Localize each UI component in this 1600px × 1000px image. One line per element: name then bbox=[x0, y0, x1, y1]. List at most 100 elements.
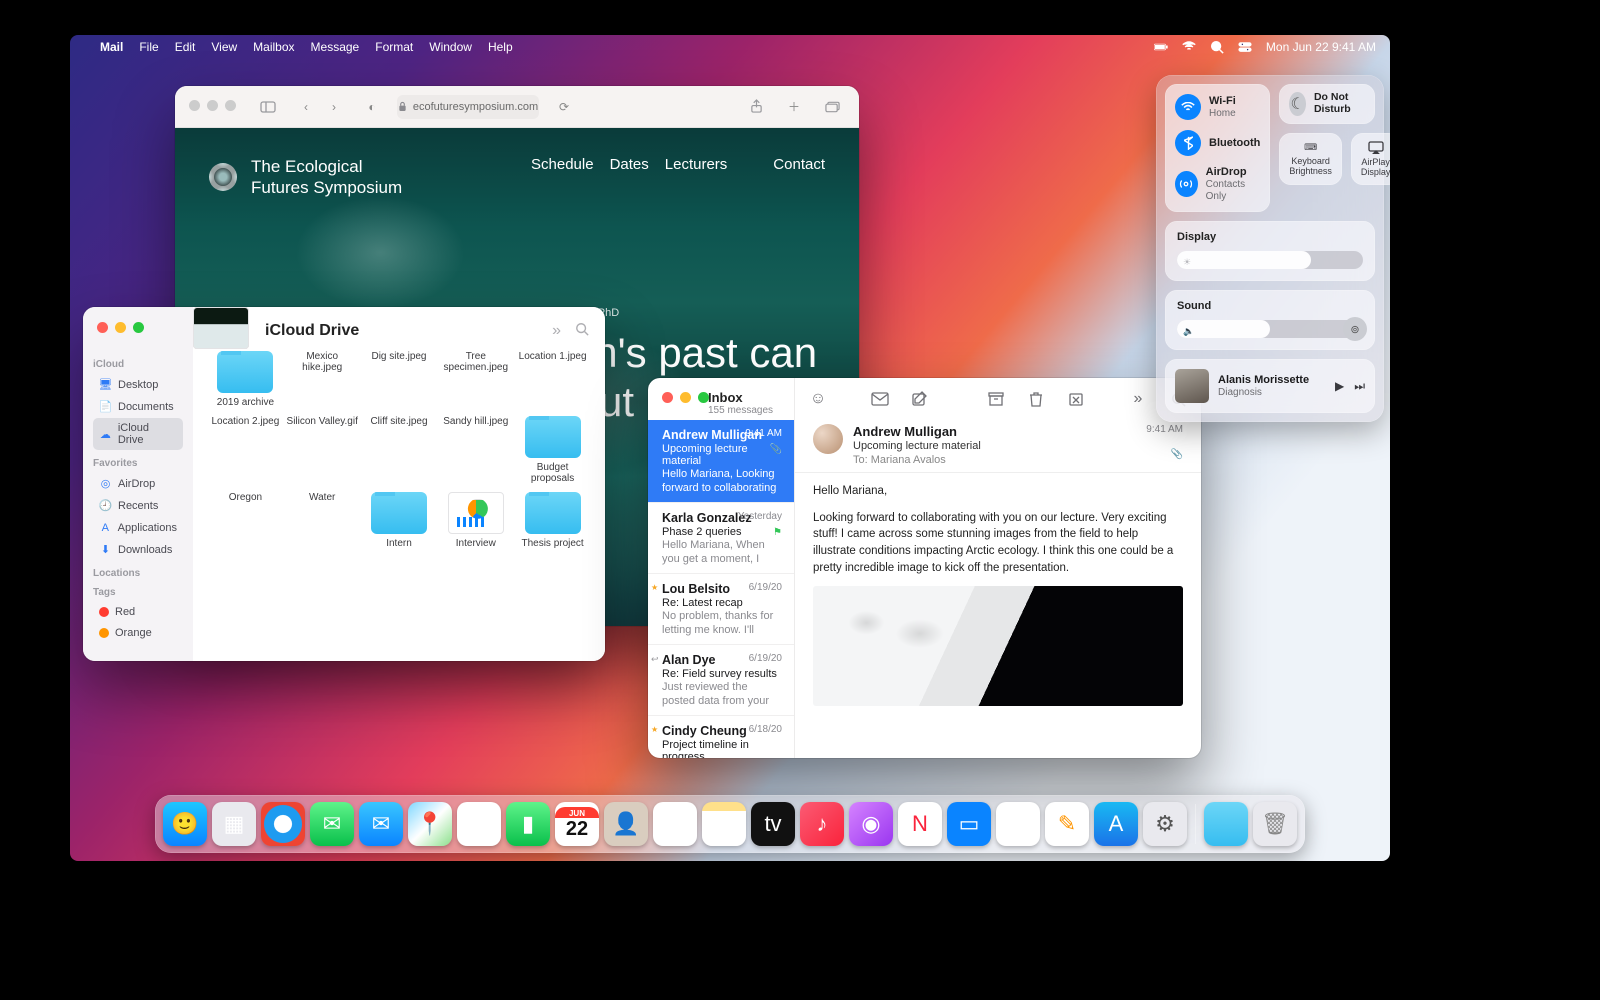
sidebar-item-downloads[interactable]: ⬇︎Downloads bbox=[93, 539, 183, 560]
sidebar-toggle-icon[interactable] bbox=[255, 96, 281, 118]
menu-format[interactable]: Format bbox=[375, 40, 413, 54]
address-bar[interactable]: ecofuturesymposium.com bbox=[397, 95, 539, 119]
bluetooth-toggle[interactable]: Bluetooth bbox=[1175, 130, 1260, 156]
dock-downloads[interactable] bbox=[1204, 802, 1248, 846]
zoom-button[interactable] bbox=[698, 392, 709, 403]
message-row[interactable]: ★Lou Belsito6/19/20Re: Latest recapNo pr… bbox=[648, 574, 794, 645]
message-row[interactable]: 📎Andrew Mulligan9:41 AMUpcoming lecture … bbox=[648, 420, 794, 503]
sidebar-item-documents[interactable]: 📄Documents bbox=[93, 396, 183, 417]
file-item[interactable]: Silicon Valley.gif bbox=[286, 416, 359, 484]
sidebar-item-airdrop[interactable]: ◎AirDrop bbox=[93, 473, 183, 494]
junk-icon[interactable] bbox=[871, 390, 889, 408]
dock-launchpad[interactable]: ▦ bbox=[212, 802, 256, 846]
file-item[interactable]: Dig site.jpeg bbox=[363, 351, 436, 408]
reader-icon[interactable]: ◐ bbox=[359, 96, 385, 118]
tabs-icon[interactable] bbox=[819, 96, 845, 118]
inline-image[interactable] bbox=[813, 586, 1183, 706]
dock-tv[interactable]: tv bbox=[751, 802, 795, 846]
dock-settings[interactable]: ⚙ bbox=[1143, 802, 1187, 846]
wifi-icon[interactable] bbox=[1182, 40, 1196, 54]
dock-keynote[interactable]: ▭ bbox=[947, 802, 991, 846]
close-button[interactable] bbox=[97, 322, 108, 333]
dock-facetime[interactable]: ▮ bbox=[506, 802, 550, 846]
sender-avatar[interactable] bbox=[813, 424, 843, 454]
dock-numbers[interactable]: ▥ bbox=[996, 802, 1040, 846]
file-item[interactable]: Sandy hill.jpeg bbox=[439, 416, 512, 484]
menu-message[interactable]: Message bbox=[311, 40, 360, 54]
dock-calendar[interactable]: JUN22 bbox=[555, 802, 599, 846]
dock-appstore[interactable]: A bbox=[1094, 802, 1138, 846]
file-item[interactable]: Interview bbox=[439, 492, 512, 549]
play-icon[interactable]: ▶ bbox=[1335, 379, 1344, 394]
menu-mailbox[interactable]: Mailbox bbox=[253, 40, 294, 54]
file-item[interactable]: Location 1.jpeg bbox=[516, 351, 589, 408]
attachment-icon[interactable]: 📎 bbox=[1146, 449, 1183, 460]
back-button[interactable]: ‹ bbox=[293, 96, 319, 118]
trash-icon[interactable] bbox=[1027, 390, 1045, 408]
dock-maps[interactable]: 📍 bbox=[408, 802, 452, 846]
compose-icon[interactable] bbox=[911, 390, 929, 408]
reload-icon[interactable]: ⟳ bbox=[551, 96, 577, 118]
nav-contact[interactable]: Contact bbox=[773, 156, 825, 173]
sidebar-item-recents[interactable]: 🕘Recents bbox=[93, 495, 183, 516]
search-icon[interactable] bbox=[575, 322, 589, 340]
dock-finder[interactable]: 🙂 bbox=[163, 802, 207, 846]
next-icon[interactable]: ⏭ bbox=[1354, 379, 1365, 394]
message-row[interactable]: ⚑Karla GonzalezYesterdayPhase 2 queriesH… bbox=[648, 503, 794, 574]
battery-icon[interactable] bbox=[1154, 40, 1168, 54]
display-slider[interactable]: ☀︎ bbox=[1177, 251, 1363, 269]
file-item[interactable]: Tree specimen.jpeg bbox=[439, 351, 512, 408]
now-playing[interactable]: Alanis MorissetteDiagnosis ▶⏭ bbox=[1165, 359, 1375, 413]
audio-output-icon[interactable]: ⊚ bbox=[1343, 317, 1367, 341]
menu-help[interactable]: Help bbox=[488, 40, 513, 54]
file-item[interactable]: Location 2.jpeg bbox=[209, 416, 282, 484]
control-center-icon[interactable] bbox=[1238, 40, 1252, 54]
clock[interactable]: Mon Jun 22 9:41 AM bbox=[1266, 40, 1376, 54]
minimize-button[interactable] bbox=[115, 322, 126, 333]
nav-lecturers[interactable]: Lecturers bbox=[665, 156, 728, 173]
airplay[interactable]: AirPlay Display bbox=[1351, 133, 1390, 185]
message-row[interactable]: ★Cindy Cheung6/18/20Project timeline in … bbox=[648, 716, 794, 758]
zoom-button[interactable] bbox=[225, 100, 236, 111]
app-menu[interactable]: Mail bbox=[100, 40, 123, 54]
tag-orange[interactable]: Orange bbox=[93, 623, 183, 643]
menu-view[interactable]: View bbox=[211, 40, 237, 54]
dock-podcasts[interactable]: ◉ bbox=[849, 802, 893, 846]
sidebar-item-icloud-drive[interactable]: ☁︎iCloud Drive bbox=[93, 418, 183, 450]
file-item[interactable]: Oregon bbox=[209, 492, 282, 549]
sidebar-item-applications[interactable]: AApplications bbox=[93, 517, 183, 538]
file-item[interactable]: Intern bbox=[363, 492, 436, 549]
message-row[interactable]: ↩︎Alan Dye6/19/20Re: Field survey result… bbox=[648, 645, 794, 716]
emoji-icon[interactable]: ☺ bbox=[809, 390, 827, 408]
close-button[interactable] bbox=[662, 392, 673, 403]
file-item[interactable]: Water bbox=[286, 492, 359, 549]
dock-safari[interactable] bbox=[261, 802, 305, 846]
dock-contacts[interactable]: 👤 bbox=[604, 802, 648, 846]
minimize-button[interactable] bbox=[207, 100, 218, 111]
new-tab-icon[interactable]: ＋ bbox=[781, 96, 807, 118]
forward-button[interactable]: › bbox=[321, 96, 347, 118]
menu-window[interactable]: Window bbox=[429, 40, 472, 54]
share-icon[interactable] bbox=[743, 96, 769, 118]
dock-news[interactable]: N bbox=[898, 802, 942, 846]
airdrop-toggle[interactable]: AirDropContacts Only bbox=[1175, 166, 1260, 202]
spam-icon[interactable] bbox=[1067, 390, 1085, 408]
wifi-toggle[interactable]: Wi-FiHome bbox=[1175, 94, 1260, 120]
file-item[interactable]: Cliff site.jpeg bbox=[363, 416, 436, 484]
dock-trash[interactable]: 🗑 bbox=[1253, 802, 1297, 846]
sidebar-item-desktop[interactable]: 🖥Desktop bbox=[93, 374, 183, 395]
tag-red[interactable]: Red bbox=[93, 602, 183, 622]
nav-schedule[interactable]: Schedule bbox=[531, 156, 594, 173]
sound-slider[interactable]: 🔈⊚ bbox=[1177, 320, 1363, 338]
keyboard-brightness[interactable]: ⌨︎ Keyboard Brightness bbox=[1279, 133, 1342, 185]
dock-notes[interactable] bbox=[702, 802, 746, 846]
nav-dates[interactable]: Dates bbox=[610, 156, 649, 173]
file-item[interactable]: Thesis project bbox=[516, 492, 589, 549]
more-icon[interactable]: » bbox=[1129, 390, 1147, 408]
menu-file[interactable]: File bbox=[139, 40, 158, 54]
file-item[interactable]: 2019 archive bbox=[209, 351, 282, 408]
zoom-button[interactable] bbox=[133, 322, 144, 333]
file-item[interactable]: Budget proposals bbox=[516, 416, 589, 484]
dock-music[interactable]: ♪ bbox=[800, 802, 844, 846]
dock-mail[interactable]: ✉ bbox=[359, 802, 403, 846]
